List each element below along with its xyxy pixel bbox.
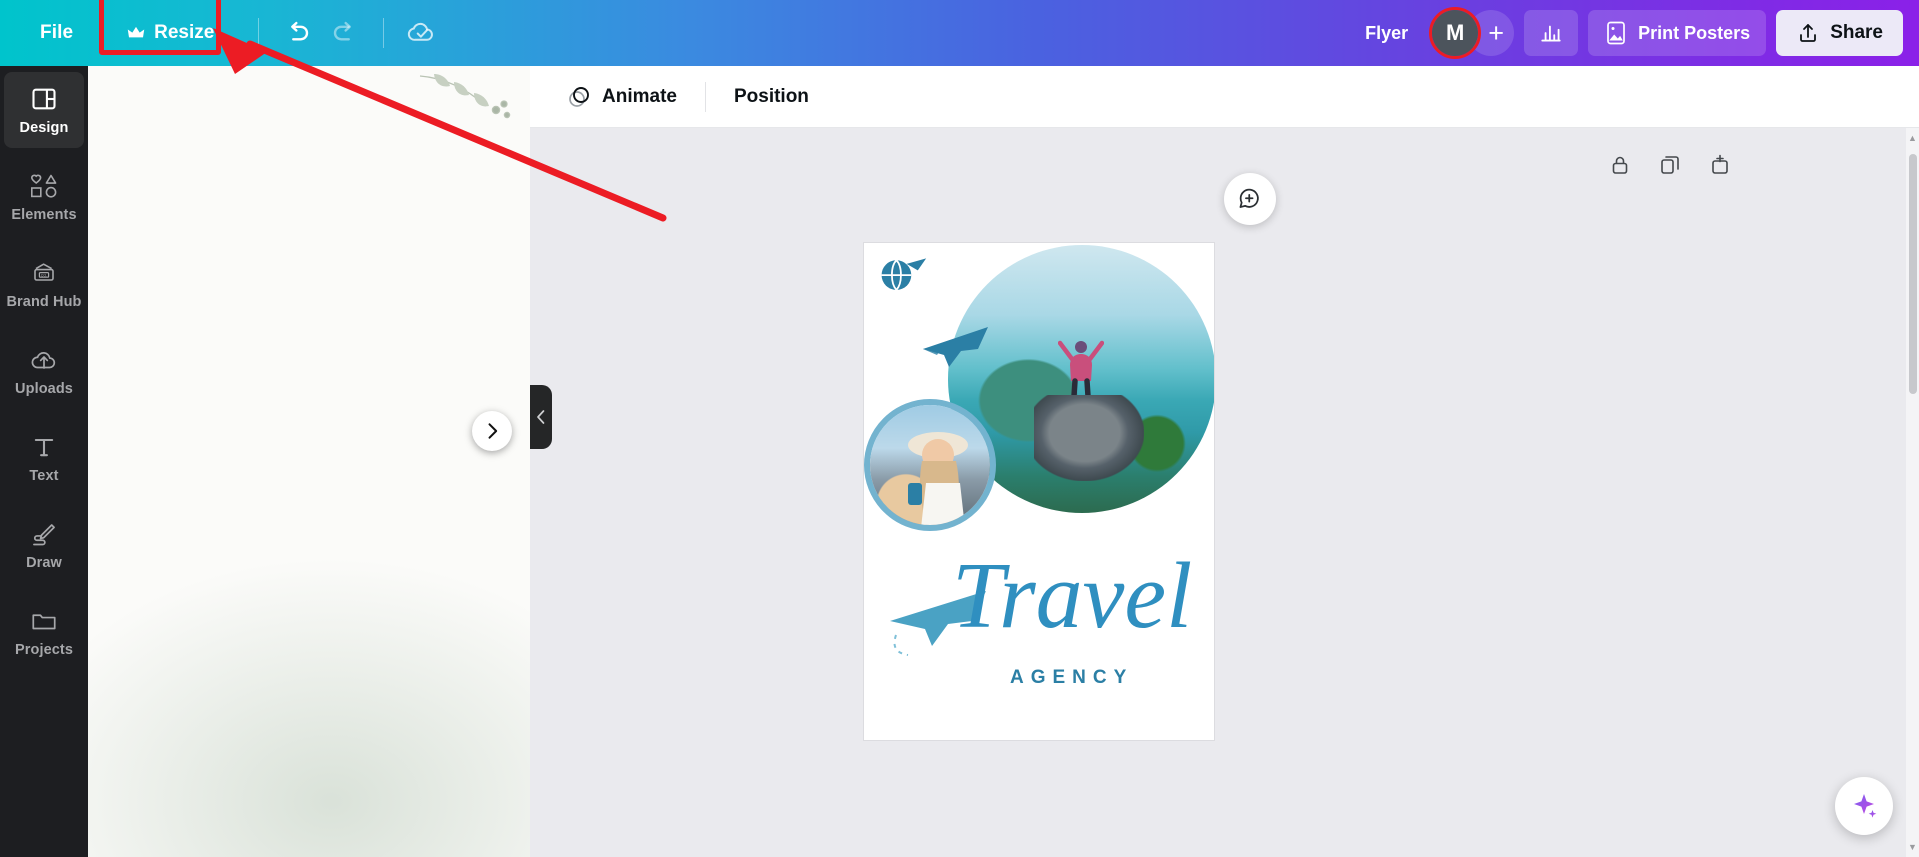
top-toolbar-left: File Resize — [0, 0, 444, 66]
share-button[interactable]: Share — [1776, 10, 1903, 56]
sidebar-item-elements-label: Elements — [11, 206, 77, 223]
recently-used-next-button[interactable] — [472, 411, 512, 451]
duplicate-page-button[interactable] — [1653, 148, 1687, 182]
sidebar-item-elements[interactable]: Elements — [4, 159, 84, 235]
add-page-icon — [1712, 154, 1728, 174]
redo-icon — [334, 21, 352, 41]
top-toolbar-right: Flyer M + Print Posters Share — [1351, 0, 1919, 66]
shapes-icon — [30, 174, 57, 198]
sidebar-item-draw[interactable]: Draw — [4, 507, 84, 583]
plane-icon-upper — [923, 327, 988, 367]
lock-icon — [1612, 156, 1628, 174]
crown-icon — [127, 26, 145, 38]
insights-button[interactable] — [1524, 10, 1579, 56]
canvas-body[interactable]: Travel AGENCY ▲ ▼ — [530, 128, 1919, 857]
cloud-check-icon — [408, 22, 434, 41]
toolbar-divider — [258, 18, 260, 48]
scroll-down-caret[interactable]: ▼ — [1908, 842, 1917, 852]
chevron-left-icon — [537, 410, 545, 424]
sidebar-item-projects[interactable]: Projects — [4, 594, 84, 670]
comment-plus-icon — [1239, 188, 1259, 208]
poster-canvas[interactable]: Travel AGENCY — [864, 243, 1214, 740]
sidebar-item-text-label: Text — [29, 467, 59, 484]
toolbar-divider-2 — [383, 18, 385, 48]
folder-icon — [32, 613, 56, 629]
sidebar-item-draw-label: Draw — [26, 554, 62, 571]
sidebar-item-design[interactable]: Design — [4, 72, 84, 148]
position-button[interactable]: Position — [718, 78, 825, 116]
chevron-right-icon — [488, 423, 498, 439]
magic-studio-button[interactable] — [1835, 777, 1893, 835]
print-posters-button[interactable]: Print Posters — [1588, 10, 1767, 56]
add-comment-button[interactable] — [1224, 173, 1276, 225]
botanical-wash — [88, 556, 530, 857]
cloud-upload-icon — [31, 351, 56, 369]
magic-sparkle-icon — [1854, 794, 1877, 818]
add-page-button[interactable] — [1703, 148, 1737, 182]
svg-text:Travel: Travel — [952, 544, 1192, 648]
traveler-figure — [908, 432, 968, 525]
sidebar-item-uploads-label: Uploads — [15, 380, 73, 397]
svg-text:CO.: CO. — [41, 273, 47, 277]
animate-label: Animate — [602, 85, 677, 107]
share-upload-icon — [1800, 24, 1817, 42]
templates-panel: Templates Styles Green Birthday Blue Foo… — [88, 66, 530, 857]
avatar-wrapper: M — [1429, 7, 1482, 59]
file-menu-button[interactable]: File — [18, 14, 95, 52]
pen-draw-icon — [33, 523, 55, 545]
canvas-scrollbar[interactable]: ▲ ▼ — [1906, 128, 1919, 857]
animate-circles-icon — [569, 86, 589, 107]
bar-chart-icon — [1541, 25, 1561, 42]
canvas-scroll-thumb[interactable] — [1909, 154, 1917, 394]
canva-editor-window: File Resize Flyer M + Print Posters Shar… — [0, 0, 1919, 857]
panel-collapse-handle[interactable] — [530, 385, 552, 449]
undo-button[interactable] — [275, 11, 319, 55]
design-layout-icon — [32, 88, 56, 109]
sidebar-item-text[interactable]: Text — [4, 420, 84, 496]
top-toolbar: File Resize Flyer M + Print Posters Shar… — [0, 0, 1919, 66]
page-tools — [1603, 148, 1737, 182]
context-toolbar-divider — [704, 81, 706, 112]
result-card-botanical-minimal[interactable] — [88, 66, 530, 857]
all-results-thumbnails: WE ARE HIRING — [88, 66, 530, 857]
cloud-save-status-button[interactable] — [400, 11, 444, 55]
resize-button-label: Resize — [154, 22, 215, 43]
text-t-icon — [34, 438, 54, 456]
poster-photo-secondary — [864, 399, 996, 531]
sidebar-item-uploads[interactable]: Uploads — [4, 333, 84, 409]
lock-button[interactable] — [1603, 148, 1637, 182]
scroll-up-caret[interactable]: ▲ — [1908, 133, 1917, 143]
document-title[interactable]: Flyer — [1351, 17, 1422, 50]
sidebar-item-projects-label: Projects — [14, 641, 74, 658]
image-frame-icon — [1607, 21, 1625, 45]
animate-button[interactable]: Animate — [550, 76, 693, 118]
brand-hub-icon: CO. — [34, 262, 54, 281]
resize-button-wrapper: Resize — [99, 0, 242, 55]
poster-headline: Travel — [952, 544, 1192, 648]
avatar[interactable]: M — [1432, 10, 1479, 56]
left-rail: Design Elements CO. Brand Hub Uploads Te… — [0, 66, 88, 857]
globe-plane-icon — [881, 258, 927, 291]
canvas-area: Animate Position Travel AGENCY ▲ ▼ — [530, 66, 1919, 857]
print-posters-label: Print Posters — [1638, 22, 1751, 43]
redo-button[interactable] — [323, 11, 367, 55]
share-label: Share — [1830, 22, 1883, 43]
undo-icon — [291, 21, 309, 41]
sidebar-item-brand-hub-label: Brand Hub — [6, 293, 82, 310]
botanical-thumb-art — [88, 66, 530, 857]
rock-formation — [1034, 395, 1144, 481]
sidebar-item-brand-hub[interactable]: CO. Brand Hub — [4, 246, 84, 322]
poster-subhead: AGENCY — [1010, 667, 1134, 688]
duplicate-icon — [1661, 156, 1679, 174]
resize-button[interactable]: Resize — [107, 13, 234, 53]
collaborators: M + — [1429, 7, 1515, 59]
context-toolbar: Animate Position — [530, 66, 1919, 128]
sidebar-item-design-label: Design — [19, 119, 69, 136]
